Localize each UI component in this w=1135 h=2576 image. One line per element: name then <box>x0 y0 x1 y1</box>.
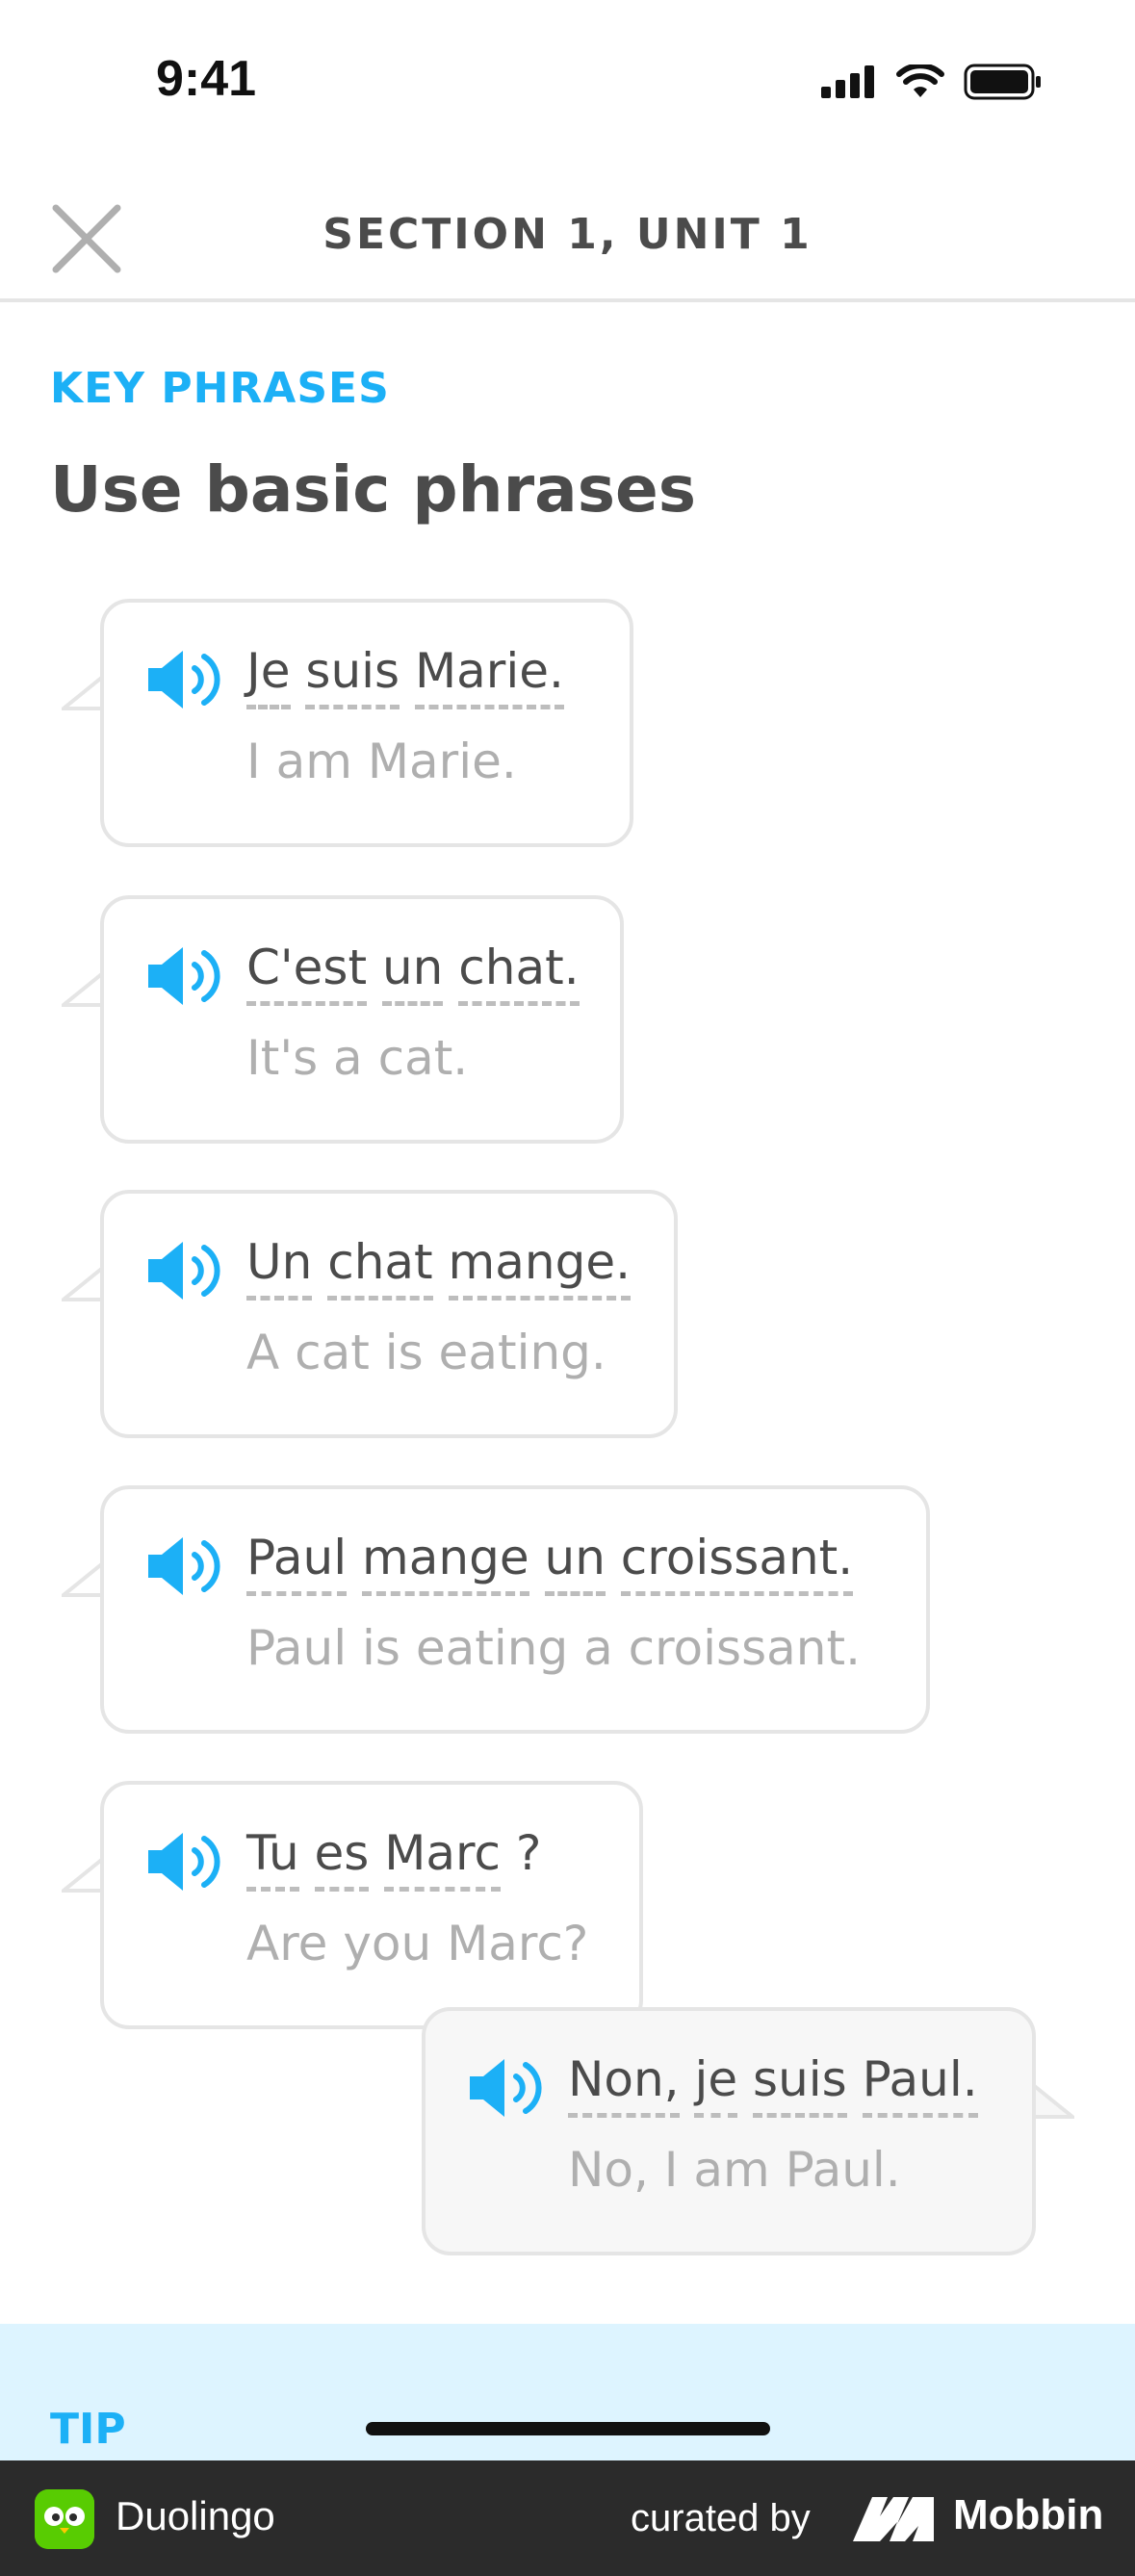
phrase-french: Tu es Marc ? <box>246 1825 542 1892</box>
status-time: 9:41 <box>156 51 257 107</box>
phrase-french: Un chat mange. <box>246 1234 631 1301</box>
phrase-word[interactable]: Marc <box>384 1825 501 1892</box>
bubble-tail <box>62 1267 100 1301</box>
status-bar: 9:41 <box>0 0 1135 164</box>
phrase-word[interactable]: Non, <box>568 2051 680 2118</box>
phrase-word[interactable]: mange. <box>448 1234 631 1301</box>
phrase-word[interactable]: Un <box>246 1234 313 1301</box>
phrase-bubble[interactable]: Un chat mange. A cat is eating. <box>62 1190 678 1438</box>
phrase-word[interactable]: croissant. <box>620 1530 854 1596</box>
wifi-icon <box>896 64 944 97</box>
tip-label: TIP <box>50 2405 126 2454</box>
bubble-tail <box>62 1562 100 1597</box>
phrase-word[interactable]: suis <box>753 2051 847 2118</box>
phrase-word[interactable]: chat <box>327 1234 433 1301</box>
phrase-translation: A cat is eating. <box>246 1325 606 1380</box>
phrase-word[interactable]: un <box>544 1530 606 1596</box>
speaker-icon[interactable] <box>144 1533 223 1599</box>
bubble-tail <box>62 676 100 710</box>
phrase-word: ? <box>515 1825 542 1881</box>
lesson-header: SECTION 1, UNIT 1 <box>0 164 1135 302</box>
phrase-word[interactable]: Paul. <box>862 2051 978 2118</box>
phrase-french: Paul mange un croissant. <box>246 1530 854 1596</box>
speaker-icon[interactable] <box>144 647 223 712</box>
home-indicator[interactable] <box>366 2422 770 2435</box>
phrase-word[interactable]: un <box>381 940 444 1006</box>
phrase-bubble[interactable]: C'est un chat. It's a cat. <box>62 895 624 1144</box>
footer-brand: Mobbin <box>953 2491 1104 2538</box>
footer-curated-by: curated by <box>631 2497 811 2539</box>
phrase-french: C'est un chat. <box>246 940 580 1006</box>
duolingo-logo-icon <box>35 2489 94 2549</box>
bubble-tail <box>62 1858 100 1893</box>
speaker-icon[interactable] <box>144 1238 223 1303</box>
bubble-tail <box>62 972 100 1007</box>
speaker-icon[interactable] <box>144 1829 223 1894</box>
phrase-word[interactable]: Paul <box>246 1530 348 1596</box>
phrase-word[interactable]: Je <box>246 643 291 709</box>
phrase-word[interactable]: suis <box>305 643 400 709</box>
phrase-word[interactable]: C'est <box>246 940 368 1006</box>
footer-bar: Duolingo curated by Mobbin <box>0 2460 1135 2576</box>
phrase-word[interactable]: Tu <box>246 1825 299 1892</box>
phrase-bubble[interactable]: Je suis Marie. I am Marie. <box>62 599 633 847</box>
speaker-icon[interactable] <box>466 2055 545 2121</box>
phrase-translation: No, I am Paul. <box>568 2142 901 2198</box>
phrase-bubble[interactable]: Paul mange un croissant. Paul is eating … <box>62 1485 930 1734</box>
phrase-french: Non, je suis Paul. <box>568 2051 978 2118</box>
phrase-bubble[interactable]: Tu es Marc ? Are you Marc? <box>62 1781 643 2029</box>
cellular-signal-icon <box>821 65 874 98</box>
phrase-word[interactable]: es <box>314 1825 370 1892</box>
header-title: SECTION 1, UNIT 1 <box>322 210 813 259</box>
bubble-tail <box>1036 2084 1074 2119</box>
speaker-icon[interactable] <box>144 943 223 1009</box>
phrase-word[interactable]: mange <box>362 1530 529 1596</box>
phrase-translation: I am Marie. <box>246 734 517 789</box>
phrase-translation: Are you Marc? <box>246 1916 589 1971</box>
battery-icon <box>964 64 1041 100</box>
phrase-word[interactable]: Marie. <box>415 643 564 709</box>
phrase-word[interactable]: je <box>694 2051 738 2118</box>
phrase-bubble-reply[interactable]: Non, je suis Paul. No, I am Paul. <box>422 2007 1074 2255</box>
phrase-french: Je suis Marie. <box>246 643 564 709</box>
footer-app-name: Duolingo <box>116 2493 275 2538</box>
page-title: Use basic phrases <box>50 452 697 527</box>
phrase-translation: It's a cat. <box>246 1030 469 1086</box>
status-icons <box>821 64 1043 100</box>
phrase-translation: Paul is eating a croissant. <box>246 1620 861 1676</box>
section-kicker: KEY PHRASES <box>50 364 390 413</box>
phrase-word[interactable]: chat. <box>458 940 580 1006</box>
mobbin-logo-icon <box>853 2497 934 2541</box>
